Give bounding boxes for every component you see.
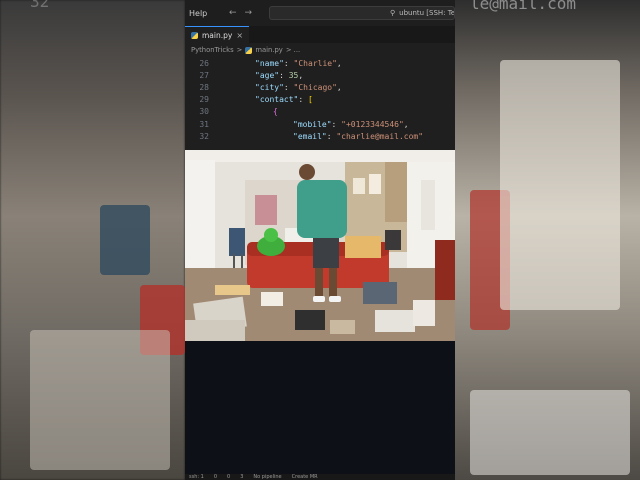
breadcrumb: PythonTricks > main.py > ... <box>185 43 455 57</box>
code-value: "Charlie" <box>293 58 337 68</box>
line-number: 28 <box>199 82 209 92</box>
code-line: 32 "email": "charlie@mail.com" <box>185 130 455 142</box>
search-text: ubuntu [SSH: Test- <box>399 9 455 17</box>
code-value: [ <box>308 95 313 105</box>
code-key: "contact" <box>255 95 299 105</box>
breadcrumb-folder[interactable]: PythonTricks <box>191 46 234 54</box>
line-number: 29 <box>199 95 209 105</box>
line-number: 30 <box>199 107 209 117</box>
background-code-text: le@mail.com <box>470 0 576 13</box>
close-icon[interactable]: × <box>236 31 243 40</box>
python-file-icon <box>245 46 253 54</box>
navigation: ← → <box>229 8 259 18</box>
blurred-papers-left <box>30 330 170 470</box>
code-line: 27 "age": 35, <box>185 69 455 81</box>
pipeline-status[interactable]: No pipeline <box>253 474 281 480</box>
line-number: 32 <box>199 131 209 141</box>
empty-area <box>185 341 455 474</box>
code-key: "mobile" <box>293 119 332 129</box>
warning-count[interactable]: 0 <box>227 474 230 480</box>
title-bar: Help ← → ⚲ ubuntu [SSH: Test- <box>185 0 455 26</box>
code-editor[interactable]: 26 "name": "Charlie", 27 "age": 35, 28 "… <box>185 57 455 150</box>
messy-room-illustration <box>185 150 455 341</box>
python-file-icon <box>191 31 198 39</box>
video-overlay <box>185 150 455 341</box>
menu-help[interactable]: Help <box>189 9 229 18</box>
code-value: 35 <box>288 70 299 80</box>
background-line-number: 32 <box>30 0 50 11</box>
code-key: "city" <box>255 82 284 92</box>
line-number: 31 <box>199 119 209 129</box>
code-key: "name" <box>255 58 284 68</box>
code-line: 26 "name": "Charlie", <box>185 57 455 69</box>
arrow-right-icon[interactable]: → <box>245 8 253 18</box>
tab-bar: main.py × <box>185 25 455 44</box>
ports-count[interactable]: 3 <box>240 474 243 480</box>
error-count[interactable]: 0 <box>214 474 217 480</box>
code-value: "Chicago" <box>293 82 337 92</box>
remote-indicator[interactable]: ssh: 1 <box>189 474 204 480</box>
code-key: "email" <box>293 131 327 141</box>
command-center-search[interactable]: ⚲ ubuntu [SSH: Test- <box>269 6 455 20</box>
breadcrumb-rest: > ... <box>285 46 301 54</box>
blurred-papers-right <box>470 390 630 475</box>
line-number: 27 <box>199 70 209 80</box>
create-mr[interactable]: Create MR <box>292 474 318 480</box>
search-icon: ⚲ <box>390 9 396 17</box>
arrow-left-icon[interactable]: ← <box>229 8 237 18</box>
breadcrumb-file[interactable]: main.py <box>255 46 282 54</box>
line-number: 26 <box>199 58 209 68</box>
code-key: "age" <box>255 70 280 80</box>
code-value: "charlie@mail.com" <box>336 131 424 141</box>
tab-main-py[interactable]: main.py × <box>185 25 250 44</box>
editor-frame: Help ← → ⚲ ubuntu [SSH: Test- main.py × … <box>185 0 455 480</box>
code-line: 31 "mobile": "+0123344546", <box>185 118 455 130</box>
blurred-chair <box>100 205 150 275</box>
code-line: 29 "contact": [ <box>185 94 455 106</box>
code-value: { <box>273 107 278 117</box>
code-line: 28 "city": "Chicago", <box>185 81 455 93</box>
code-line: 30 { <box>185 106 455 118</box>
code-value: "+0123344546" <box>341 119 404 129</box>
breadcrumb-separator: > <box>236 46 243 54</box>
status-bar: ssh: 1 0 0 3 No pipeline Create MR <box>185 474 455 480</box>
blurred-wall-right <box>500 60 620 310</box>
tab-label: main.py <box>202 30 233 40</box>
